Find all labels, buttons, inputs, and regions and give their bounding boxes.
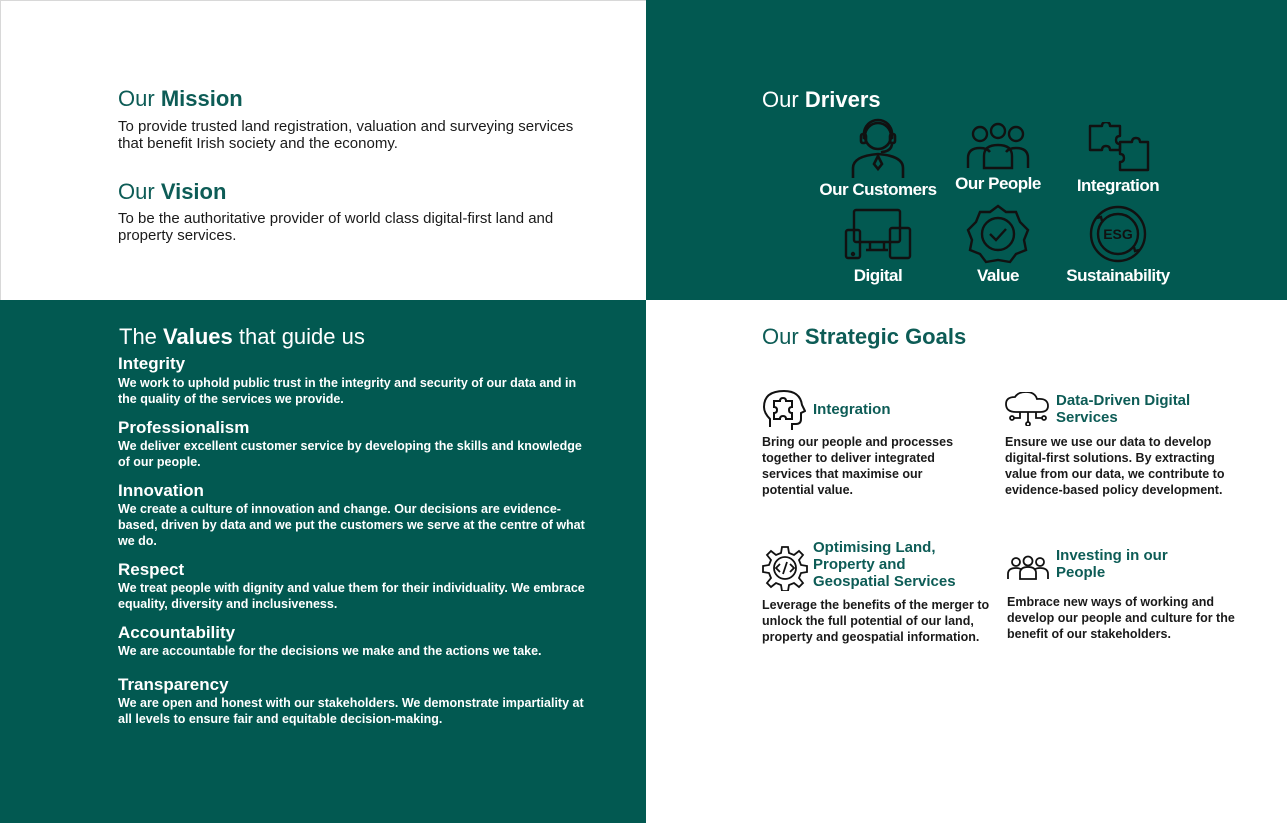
value-title: Innovation bbox=[118, 481, 204, 500]
value-text: We deliver excellent customer service by… bbox=[118, 439, 582, 469]
vision-heading-prefix: Our bbox=[118, 179, 155, 204]
goal-text: Embrace new ways of working and develop … bbox=[1007, 595, 1235, 641]
puzzle-head-icon bbox=[762, 390, 806, 430]
goal-title: Data-Driven Digital Services bbox=[1056, 392, 1191, 426]
driver-value: Value bbox=[938, 204, 1058, 286]
value-text: We are open and honest with our stakehol… bbox=[118, 696, 584, 726]
goals-heading: Our Strategic Goals bbox=[762, 324, 966, 350]
values-heading-title: Values bbox=[163, 324, 233, 349]
driver-people: Our People bbox=[938, 122, 1058, 194]
driver-customers: Our Customers bbox=[818, 116, 938, 200]
driver-label: Value bbox=[977, 266, 1019, 285]
puzzle-icon bbox=[1088, 122, 1150, 172]
values-heading: The Values that guide us bbox=[119, 324, 365, 350]
value-text: We are accountable for the decisions we … bbox=[118, 644, 542, 658]
driver-sustainability: ESG Sustainability bbox=[1058, 204, 1178, 286]
value-title: Transparency bbox=[118, 675, 229, 694]
drivers-heading: Our Drivers bbox=[762, 87, 881, 113]
driver-label: Integration bbox=[1076, 176, 1160, 195]
people-group-icon bbox=[1007, 555, 1049, 580]
svg-text:ESG: ESG bbox=[1103, 226, 1133, 242]
value-text: We treat people with dignity and value t… bbox=[118, 581, 585, 611]
goals-heading-title: Strategic Goals bbox=[804, 324, 967, 349]
vision-heading-title: Vision bbox=[160, 179, 227, 204]
value-text: We create a culture of innovation and ch… bbox=[118, 502, 585, 548]
mission-heading: Our Mission bbox=[118, 86, 243, 112]
values-heading-prefix: The bbox=[119, 324, 157, 349]
driver-integration: Integration bbox=[1058, 122, 1178, 196]
goal-text: Ensure we use our data to develop digita… bbox=[1005, 435, 1225, 497]
value-title: Integrity bbox=[118, 354, 186, 373]
value-title: Accountability bbox=[118, 623, 236, 642]
goal-title: Investing in our People bbox=[1056, 547, 1168, 581]
esg-icon: ESG bbox=[1089, 205, 1147, 263]
cloud-network-icon bbox=[1005, 392, 1049, 426]
driver-label: Our Customers bbox=[819, 180, 937, 199]
check-badge-icon bbox=[966, 204, 1030, 264]
mission-heading-title: Mission bbox=[160, 86, 243, 111]
headset-person-icon bbox=[851, 118, 905, 178]
drivers-heading-title: Drivers bbox=[804, 87, 881, 112]
value-title: Professionalism bbox=[118, 418, 250, 437]
vision-heading: Our Vision bbox=[118, 179, 226, 205]
values-heading-suffix: that guide us bbox=[238, 324, 365, 349]
goal-title: Integration bbox=[813, 401, 891, 418]
mission-text: To provide trusted land registration, va… bbox=[118, 118, 574, 152]
value-text: We work to uphold public trust in the in… bbox=[118, 376, 577, 406]
vision-text: To be the authoritative provider of worl… bbox=[118, 210, 554, 244]
devices-icon bbox=[844, 208, 912, 260]
value-title: Respect bbox=[118, 560, 185, 579]
driver-label: Our People bbox=[955, 174, 1041, 193]
drivers-heading-prefix: Our bbox=[762, 87, 799, 112]
goal-text: Leverage the benefits of the merger to u… bbox=[762, 598, 990, 644]
goal-text: Bring our people and processes together … bbox=[762, 435, 954, 497]
driver-label: Digital bbox=[853, 266, 903, 285]
people-group-icon bbox=[966, 122, 1030, 170]
mission-heading-prefix: Our bbox=[118, 86, 155, 111]
goal-title: Optimising Land, Property and Geospatial… bbox=[813, 539, 956, 590]
goals-heading-prefix: Our bbox=[762, 324, 799, 349]
driver-label: Sustainability bbox=[1066, 266, 1170, 285]
driver-digital: Digital bbox=[818, 206, 938, 286]
gear-code-icon bbox=[762, 546, 808, 591]
